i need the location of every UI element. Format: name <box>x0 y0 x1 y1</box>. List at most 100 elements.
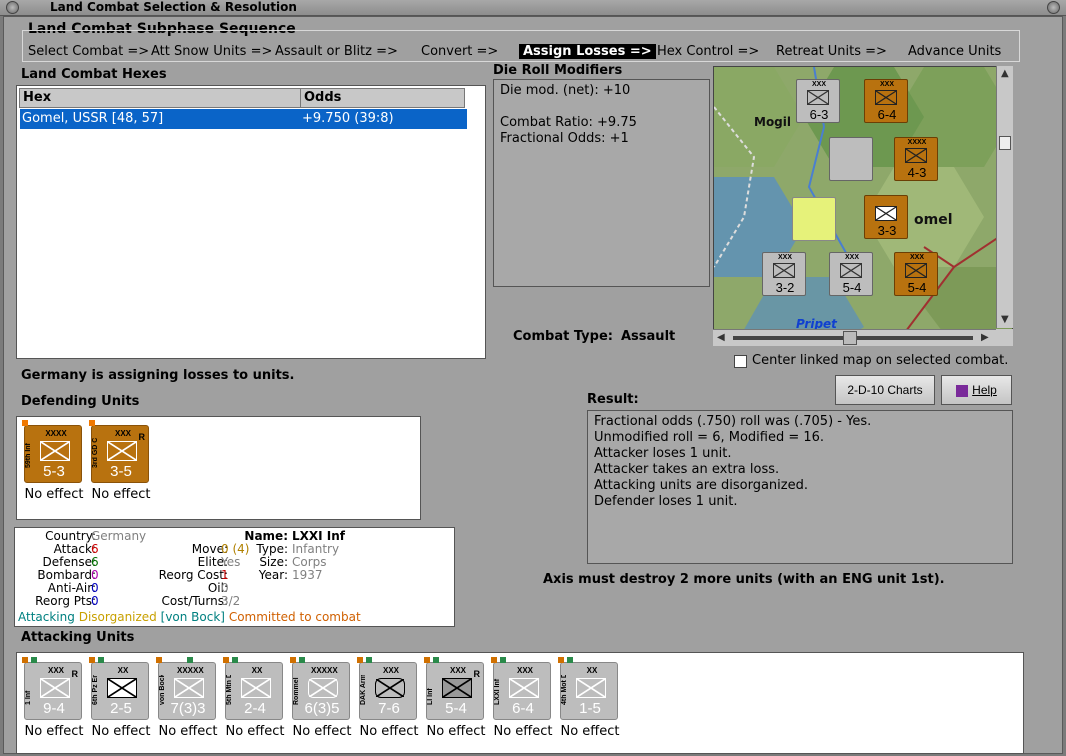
map-counter[interactable]: XXX 5-4 <box>829 252 873 296</box>
map-air-counter[interactable] <box>792 197 836 241</box>
attacking-unit[interactable]: XXX LI Inf R 5-4 No effect <box>424 657 486 739</box>
map-counter[interactable]: XXX 6-3 <box>796 79 840 123</box>
help-button[interactable]: Help <box>941 375 1012 405</box>
unit-symbol-icon <box>774 264 794 277</box>
unit-symbol-icon <box>41 442 69 460</box>
unit-symbol-icon <box>41 679 69 697</box>
result-line: Attacking units are disorganized. <box>594 478 808 493</box>
die-heading: Die Roll Modifiers <box>493 63 623 78</box>
reorgpts-value: 0 <box>91 594 99 608</box>
axis-message: Axis must destroy 2 more units (with an … <box>543 572 945 587</box>
map-counter[interactable]: XXX 6-4 <box>864 79 908 123</box>
defending-unit[interactable]: XXX 3rd GD Cav R 3-5 No effect <box>89 420 151 502</box>
unit-symbol-icon <box>309 679 337 697</box>
unit-effect: No effect <box>225 724 285 739</box>
center-map-checkbox[interactable] <box>734 355 747 368</box>
attacking-unit[interactable]: XXX LXXI Inf 6-4 No effect <box>491 657 553 739</box>
combat-type-label: Combat Type: <box>513 329 613 344</box>
combat-type-value: Assault <box>621 329 676 344</box>
attack-value: 6 <box>91 542 99 556</box>
map-counter-target[interactable]: 3-3 <box>864 195 908 239</box>
attacking-heading: Attacking Units <box>21 630 135 645</box>
window-maximize-icon[interactable] <box>1047 1 1060 14</box>
map-air-counter[interactable] <box>829 137 873 181</box>
costturns-value: 3/2 <box>221 594 241 608</box>
col-odds-header[interactable]: Odds <box>300 88 465 108</box>
hexes-table: Hex Odds Gomel, USSR [48, 57] +9.750 (39… <box>16 85 486 359</box>
attacking-unit[interactable]: XX 4th Mot Div 1-5 No effect <box>558 657 620 739</box>
unit-symbol-icon <box>175 679 203 697</box>
combat-ratio: Combat Ratio: +9.75 <box>500 115 637 130</box>
phase-att-snow: Att Snow Units => <box>151 44 273 59</box>
unit-symbol-icon <box>108 442 136 460</box>
unit-effect: No effect <box>24 724 84 739</box>
hexes-heading: Land Combat Hexes <box>21 67 167 82</box>
scroll-thumb[interactable] <box>999 136 1011 150</box>
unit-effect: No effect <box>560 724 620 739</box>
unit-status-line: Attacking Disorganized [von Bock] Commit… <box>18 610 361 624</box>
result-line: Fractional odds (.750) roll was (.705) -… <box>594 414 872 429</box>
result-line: Attacker takes an extra loss. <box>594 462 780 477</box>
assigning-message: Germany is assigning losses to units. <box>21 368 295 383</box>
unit-symbol-icon <box>876 91 896 104</box>
unit-effect: No effect <box>24 487 84 502</box>
unit-effect: No effect <box>91 487 151 502</box>
scroll-left-icon[interactable]: ◀ <box>717 332 725 343</box>
result-box: Fractional odds (.750) roll was (.705) -… <box>587 410 1013 564</box>
table-row[interactable]: Gomel, USSR [48, 57] +9.750 (39:8) <box>20 109 467 129</box>
scroll-down-icon[interactable]: ▼ <box>1001 314 1009 325</box>
fractional-odds: Fractional Odds: +1 <box>500 131 629 146</box>
help-label: Help <box>972 383 997 397</box>
map-city-gomel: omel <box>914 212 953 228</box>
unit-effect: No effect <box>158 724 218 739</box>
map-counter[interactable]: XXX 3-2 <box>762 252 806 296</box>
col-hex-header[interactable]: Hex <box>19 88 301 108</box>
unit-symbol-icon <box>876 207 896 220</box>
unit-symbol-icon <box>242 679 270 697</box>
unit-symbol-icon <box>510 679 538 697</box>
scroll-up-icon[interactable]: ▲ <box>1001 68 1009 79</box>
bombard-value: 0 <box>91 568 99 582</box>
attacking-unit[interactable]: XX 5th Mtn Div 2-4 No effect <box>223 657 285 739</box>
defending-unit[interactable]: XXXX 59th Inf 5-3 No effect <box>22 420 84 502</box>
window-title: Land Combat Selection & Resolution <box>50 0 297 14</box>
mini-map[interactable]: Mogil omel Pripet XXX 6-3 XXX 6-4 XXXX 4-3 … <box>713 66 1013 346</box>
attacking-unit[interactable]: XX 6th Pz Eng 2-5 No effect <box>89 657 151 739</box>
unit-effect: No effect <box>493 724 553 739</box>
result-line: Defender loses 1 unit. <box>594 494 738 509</box>
result-heading: Result: <box>587 392 639 407</box>
unit-effect: No effect <box>359 724 419 739</box>
window-close-icon[interactable] <box>6 1 19 14</box>
odds-cell: +9.750 (39:8) <box>302 111 394 126</box>
phase-assign-losses: Assign Losses => <box>519 44 656 59</box>
attacking-unit[interactable]: XXXXX Rommel 6(3)5 No effect <box>290 657 352 739</box>
phase-retreat-units: Retreat Units => <box>776 44 887 59</box>
unit-effect: No effect <box>426 724 486 739</box>
phase-hex-control: Hex Control => <box>657 44 760 59</box>
year-value: 1937 <box>292 568 323 582</box>
unit-symbol-icon <box>376 679 404 697</box>
unit-symbol-icon <box>906 149 926 162</box>
unit-symbol-icon <box>906 264 926 277</box>
charts-button[interactable]: 2-D-10 Charts <box>835 375 935 405</box>
attacking-unit[interactable]: XXX 1 Inf R 9-4 No effect <box>22 657 84 739</box>
attacking-unit[interactable]: XXXXX von Bock 7(3)3 No effect <box>156 657 218 739</box>
unit-symbol-icon <box>808 91 828 104</box>
result-line: Attacker loses 1 unit. <box>594 446 732 461</box>
unit-info-panel: Country: Attack: Defense: Bombard: Anti-… <box>14 527 455 627</box>
phase-advance-units: Advance Units <box>908 44 1002 59</box>
antiair-value: 0 <box>91 581 99 595</box>
map-vertical-scrollbar[interactable]: ▲ ▼ <box>996 66 1013 328</box>
result-line: Unmodified roll = 6, Modified = 16. <box>594 430 825 445</box>
attacking-unit[interactable]: XXX DAK Arm 7-6 No effect <box>357 657 419 739</box>
scroll-right-icon[interactable]: ▶ <box>981 332 989 343</box>
unit-effect: No effect <box>91 724 151 739</box>
unit-symbol-icon <box>577 679 605 697</box>
map-counter[interactable]: XXXX 4-3 <box>894 137 938 181</box>
map-horizontal-scrollbar[interactable]: ◀ ▶ <box>713 329 996 346</box>
map-city-mogilev: Mogil <box>754 115 792 129</box>
die-mod-net: Die mod. (net): +10 <box>500 83 631 98</box>
help-book-icon <box>956 384 969 397</box>
scroll-thumb[interactable] <box>843 331 857 345</box>
map-counter[interactable]: XXX 5-4 <box>894 252 938 296</box>
